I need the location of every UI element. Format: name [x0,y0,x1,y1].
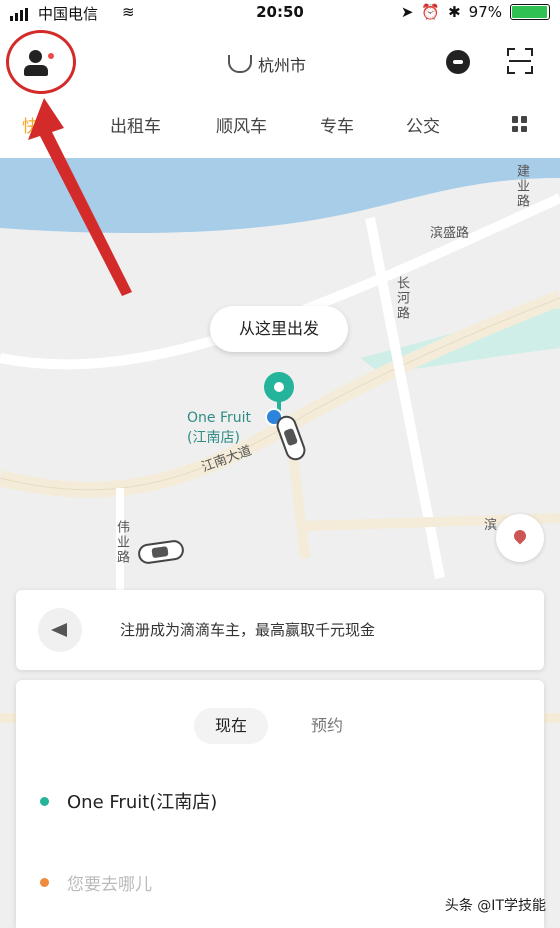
tab-express[interactable]: 快车 [22,112,56,137]
city-selector[interactable]: 杭州市 [228,52,306,76]
driver-promo-banner[interactable]: 注册成为滴滴车主，最高赢取千元现金 [16,590,544,670]
destination-field[interactable]: 您要去哪儿 [40,870,152,895]
alarm-icon: ⏰ [421,3,441,21]
street-label: 滨盛路 [430,226,470,241]
tab-now[interactable]: 现在 [194,708,268,744]
pickup-dot-icon [40,796,49,806]
booking-panel: 现在 预约 One Fruit(江南店) 您要去哪儿 [16,680,544,928]
tab-taxi[interactable]: 出租车 [110,112,161,137]
service-tabs: 快车 出租车 顺风车 专车 公交 [0,112,560,142]
more-services-icon[interactable] [512,116,528,132]
street-label: 建业路 [514,164,529,209]
tab-carpool[interactable]: 顺风车 [216,112,267,137]
city-label: 杭州市 [258,56,307,75]
pickup-bubble[interactable]: 从这里出发 [210,306,348,352]
megaphone-icon [38,608,82,652]
promo-text: 注册成为滴滴车主，最高赢取千元现金 [120,621,376,639]
destination-dot-icon [40,878,49,887]
tab-bus[interactable]: 公交 [406,112,440,137]
message-icon[interactable] [446,50,470,74]
recenter-location-button[interactable] [496,514,544,562]
scan-icon[interactable] [507,48,533,74]
location-arrow-icon: ➤ [400,3,414,21]
status-bar: 中国电信 ≋ 20:50 ➤ ⏰ ✱ 97% [0,0,560,28]
street-label: 长河路 [394,276,409,321]
street-label: 滨 [484,518,498,533]
pickup-field[interactable]: One Fruit(江南店) [40,788,217,814]
app-header: 杭州市 快车 出租车 顺风车 专车 公交 [0,28,560,158]
destination-placeholder: 您要去哪儿 [67,875,152,895]
tab-schedule[interactable]: 预约 [292,708,362,744]
street-label: 伟业路 [114,520,129,565]
city-icon [228,55,252,73]
bluetooth-icon: ✱ [448,3,461,21]
pickup-pin-icon [264,372,294,402]
watermark: 头条 @IT学技能 [444,898,546,914]
poi-label: One Fruit (江南店) [187,410,251,446]
annotation-circle [6,30,76,94]
battery-icon [510,4,550,20]
pickup-value: One Fruit(江南店) [67,792,218,813]
battery-percent: 97% [468,3,502,21]
tab-premier[interactable]: 专车 [320,112,354,137]
